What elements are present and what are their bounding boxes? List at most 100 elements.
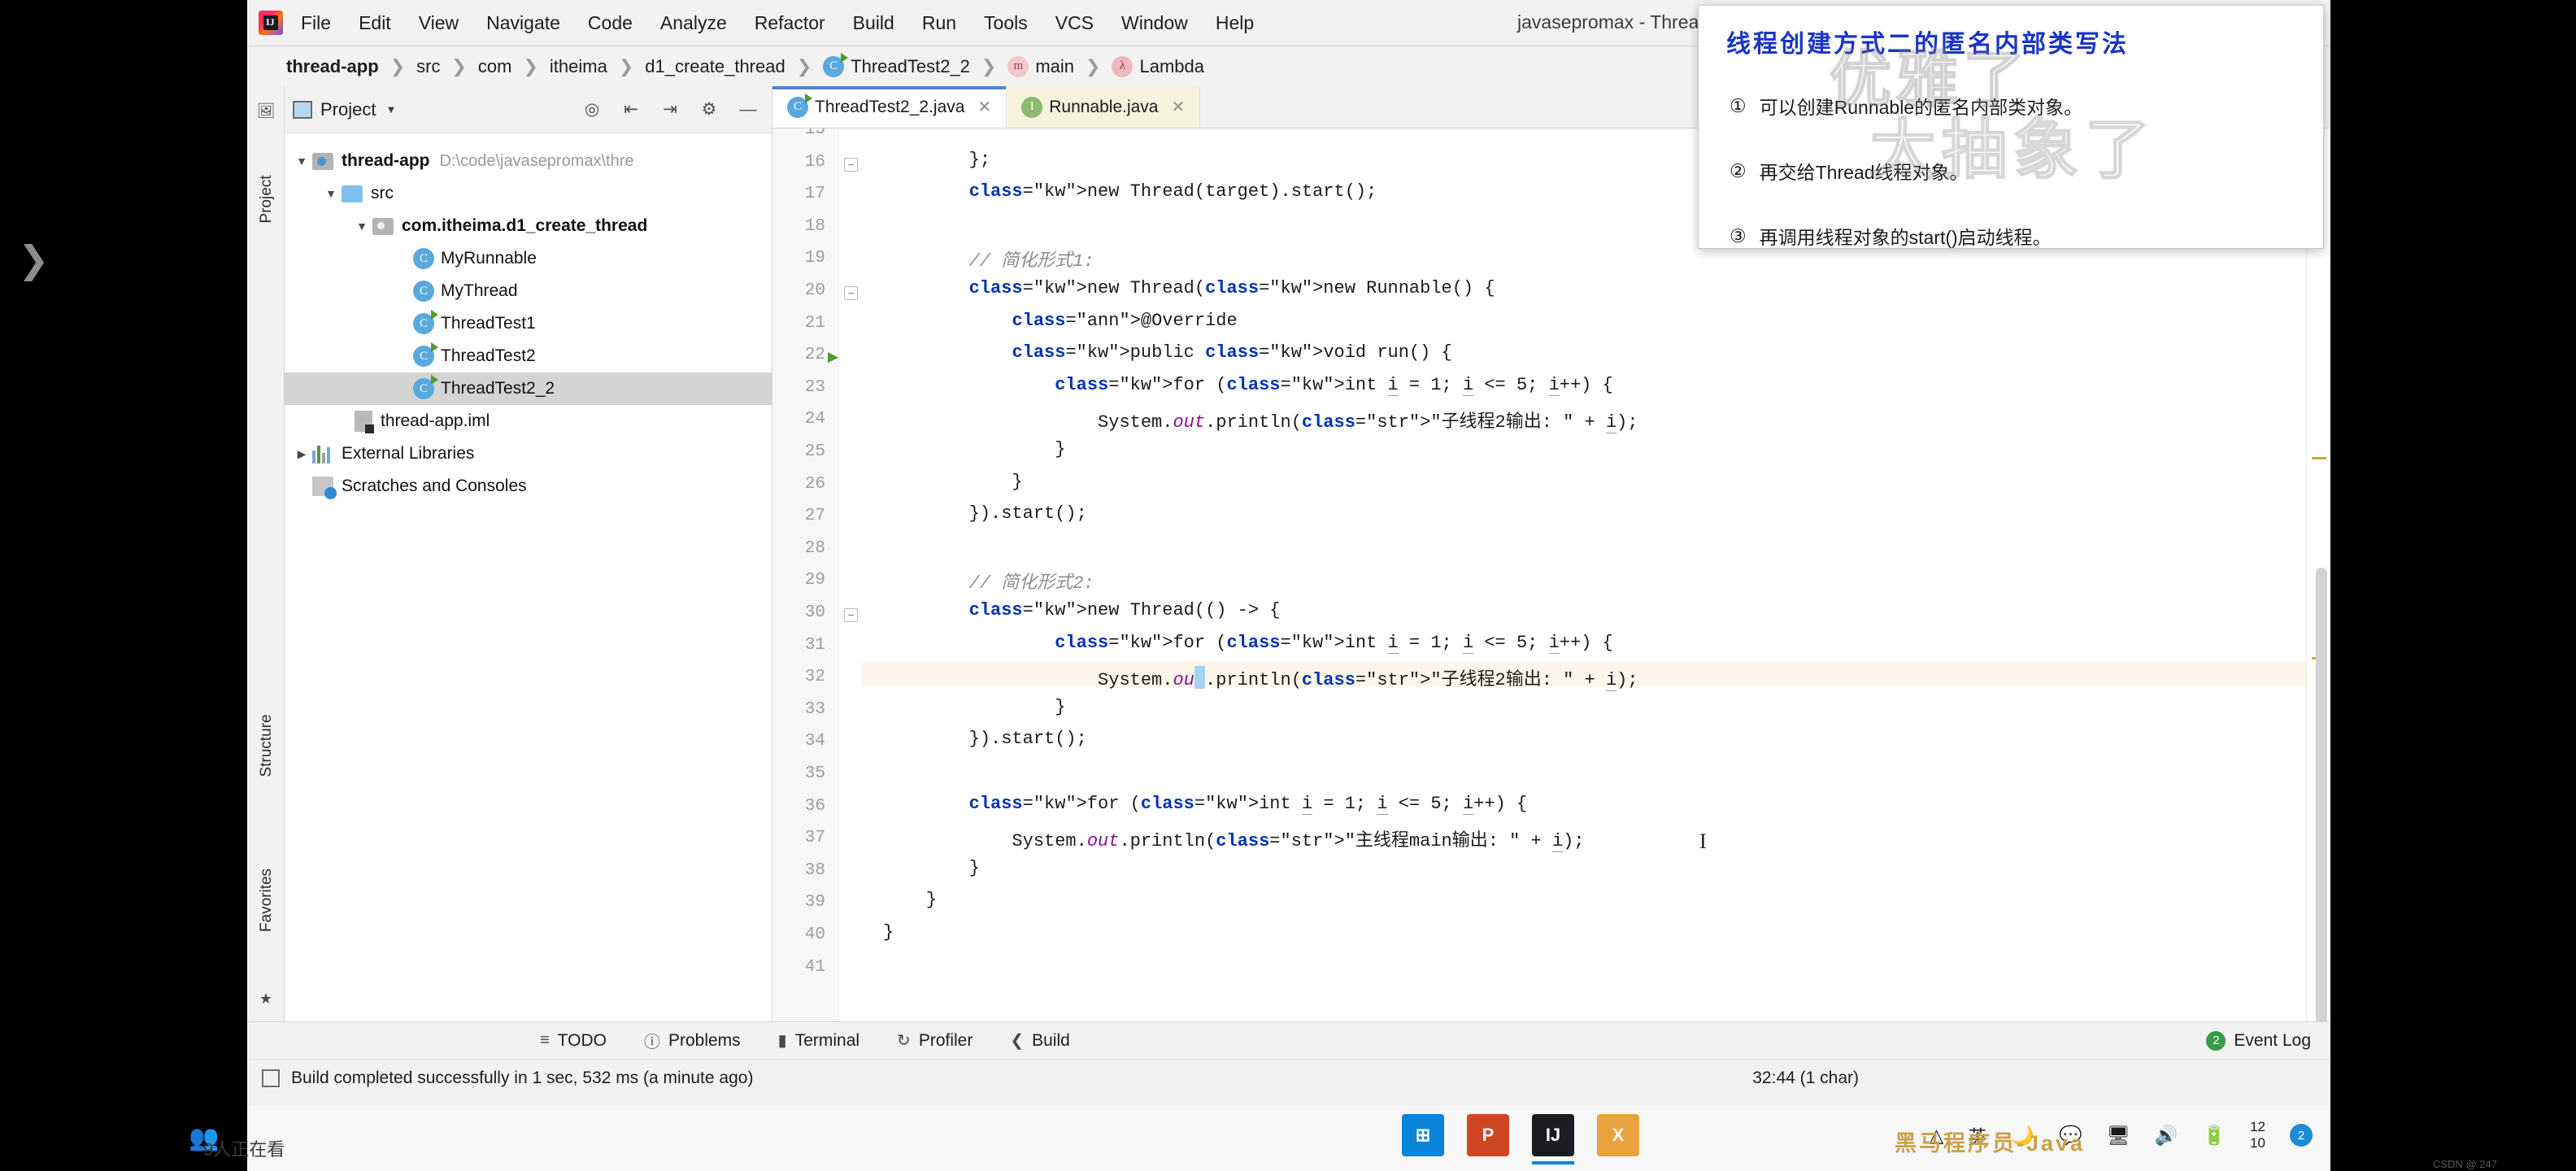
tray-notification-badge[interactable]: 2	[2290, 1124, 2313, 1147]
code-editor[interactable]: 15 16 17 18 19 20 21 22 23 24 25 26 27 28 29 30 31 32 33 34…	[772, 128, 2330, 1021]
toolwindow-terminal[interactable]: ▮ Terminal	[778, 1030, 859, 1051]
minimize-icon[interactable]: —	[738, 100, 759, 120]
line-number: 36	[804, 796, 825, 816]
warning-marker[interactable]	[2312, 457, 2326, 459]
collapse-chevron-icon[interactable]: ❯	[18, 237, 50, 281]
toolwindow-problems[interactable]: ⓘ Problems	[644, 1029, 741, 1052]
tab-threadtest2-2[interactable]: C ThreadTest2_2.java ✕	[772, 86, 1007, 128]
chevron-down-icon[interactable]: ▼	[320, 187, 342, 200]
breadcrumb-item-com[interactable]: com	[478, 56, 512, 77]
class-runnable-icon: C	[413, 342, 438, 367]
collapse-all-icon[interactable]: ⇥	[659, 99, 681, 120]
tree-item-scratches[interactable]: Scratches and Consoles	[285, 470, 772, 503]
toolwindow-todo[interactable]: ≡ TODO	[540, 1031, 607, 1051]
powerpoint-icon[interactable]: P	[1467, 1114, 1509, 1156]
line-number: 34	[804, 732, 825, 751]
chevron-down-icon[interactable]: ▼	[291, 155, 312, 168]
gear-icon[interactable]: ⚙	[698, 99, 720, 120]
tree-item-iml[interactable]: thread-app.iml	[285, 405, 772, 437]
marker-scrollbar[interactable]	[2306, 128, 2330, 1021]
intellij-idea-icon[interactable]: IJ	[1532, 1114, 1574, 1164]
breadcrumb-item-package[interactable]: d1_create_thread	[645, 56, 785, 77]
tree-item-src[interactable]: ▼ src	[285, 177, 772, 210]
menu-refactor[interactable]: Refactor	[755, 12, 825, 34]
tree-item-myrunnable[interactable]: C MyRunnable	[285, 242, 772, 275]
tray-volume-icon[interactable]: 🔊	[2155, 1125, 2178, 1147]
menu-help[interactable]: Help	[1216, 12, 1254, 34]
close-icon[interactable]: ✕	[977, 97, 991, 117]
interface-icon: I	[1021, 96, 1043, 118]
tab-runnable[interactable]: I Runnable.java ✕	[1007, 86, 1201, 128]
tray-battery-icon[interactable]: 🔋	[2202, 1125, 2226, 1147]
tray-clock[interactable]: 12 10	[2250, 1119, 2265, 1151]
toolwindow-label: Profiler	[918, 1030, 973, 1050]
package-icon	[372, 217, 394, 235]
menu-tools[interactable]: Tools	[984, 12, 1028, 34]
class-runnable-icon: C	[787, 93, 812, 118]
menu-vcs[interactable]: VCS	[1055, 12, 1094, 34]
star-icon[interactable]: ★	[255, 987, 277, 1010]
code-line: }	[883, 696, 1066, 717]
run-gutter-icon[interactable]: ▶	[828, 349, 838, 365]
tree-item-threadtest2[interactable]: C ThreadTest2	[285, 340, 772, 372]
fold-toggle-icon[interactable]: −	[844, 608, 858, 622]
menu-file[interactable]: File	[301, 12, 331, 34]
chevron-down-icon[interactable]: ▼	[351, 220, 372, 233]
caret-position[interactable]: 32:44 (1 char)	[1752, 1069, 1859, 1088]
line-number: 17	[804, 185, 825, 204]
code-line: System.out.println(class="str">"子线程2输出: …	[883, 412, 1638, 434]
toolwindow-build[interactable]: ❮ Build	[1010, 1030, 1069, 1051]
line-number-gutter: 15 16 17 18 19 20 21 22 23 24 25 26 27 28 29 30 31 32 33 34…	[772, 128, 839, 1021]
event-log-button[interactable]: 2 Event Log	[2206, 1030, 2311, 1051]
menu-build[interactable]: Build	[853, 12, 894, 34]
line-number: 35	[804, 764, 825, 783]
tab-label: ThreadTest2_2.java	[815, 97, 965, 116]
watermark-bottom-left: 9人正在看	[203, 1139, 285, 1160]
tree-item-thread-app[interactable]: ▼ thread-app D:\code\javasepromax\thre	[285, 145, 772, 177]
chevron-down-icon[interactable]: ▼	[385, 103, 396, 115]
fold-toggle-icon[interactable]: −	[844, 157, 858, 172]
status-message: Build completed successfully in 1 sec, 5…	[291, 1068, 754, 1087]
breadcrumb-item-method[interactable]: m main	[1007, 55, 1074, 77]
code-line: }).start();	[883, 729, 1087, 750]
desktop-backdrop-right	[2330, 0, 2576, 1171]
project-panel-tools: ◎ ⇤ ⇥ ⚙ —	[581, 99, 764, 120]
tree-item-external-libraries[interactable]: ▶ External Libraries	[285, 437, 772, 470]
tree-item-mythread[interactable]: C MyThread	[285, 275, 772, 307]
breadcrumb-item-itheima[interactable]: itheima	[550, 56, 607, 77]
menu-window[interactable]: Window	[1121, 12, 1188, 34]
code-fold-column[interactable]: − − ▶ −	[828, 128, 862, 1021]
breadcrumb-item-class[interactable]: C ThreadTest2_2	[823, 52, 970, 77]
desktop-backdrop-left: ❯	[0, 0, 247, 1171]
rail-item-structure[interactable]: Structure	[258, 705, 276, 786]
rail-item-project[interactable]: Project	[258, 159, 276, 240]
toolwindow-profiler[interactable]: ↻ Profiler	[897, 1030, 973, 1051]
rail-item-favorites[interactable]: Favorites	[258, 860, 276, 941]
menu-edit[interactable]: Edit	[359, 12, 391, 34]
tray-network-icon[interactable]: 🖥	[2107, 1125, 2130, 1147]
menu-view[interactable]: View	[419, 12, 459, 34]
status-bar: Build completed successfully in 1 sec, 5…	[247, 1059, 2330, 1096]
popup-item-text: 再调用线程对象的start()启动线程。	[1759, 227, 2052, 248]
xmind-icon[interactable]: X	[1597, 1114, 1639, 1156]
breadcrumb-item-lambda[interactable]: λ Lambda	[1112, 55, 1204, 77]
menu-analyze[interactable]: Analyze	[660, 12, 727, 34]
locate-icon[interactable]: ◎	[581, 99, 603, 120]
menu-run[interactable]: Run	[922, 12, 956, 34]
todo-icon: ≡	[540, 1031, 550, 1049]
editor-scrollbar-thumb[interactable]	[2316, 568, 2327, 1021]
menu-code[interactable]: Code	[588, 12, 633, 34]
chevron-right-icon[interactable]: ▶	[291, 447, 312, 461]
close-icon[interactable]: ✕	[1171, 97, 1185, 117]
tree-item-threadtest1[interactable]: C ThreadTest1	[285, 307, 772, 340]
windows-start-icon[interactable]: ⊞	[1402, 1114, 1444, 1156]
popup-item-number: ②	[1730, 159, 1747, 181]
code-text-area[interactable]: I }; class="kw">new Thread(target).start…	[862, 128, 2306, 1021]
breadcrumb-item-src[interactable]: src	[416, 56, 440, 77]
fold-toggle-icon[interactable]: −	[844, 286, 858, 300]
expand-all-icon[interactable]: ⇤	[620, 99, 642, 120]
breadcrumb-item-thread-app[interactable]: thread-app	[286, 56, 379, 77]
menu-navigate[interactable]: Navigate	[486, 12, 560, 34]
tree-item-package[interactable]: ▼ com.itheima.d1_create_thread	[285, 210, 772, 242]
tree-item-threadtest2-2[interactable]: C ThreadTest2_2	[285, 372, 772, 405]
